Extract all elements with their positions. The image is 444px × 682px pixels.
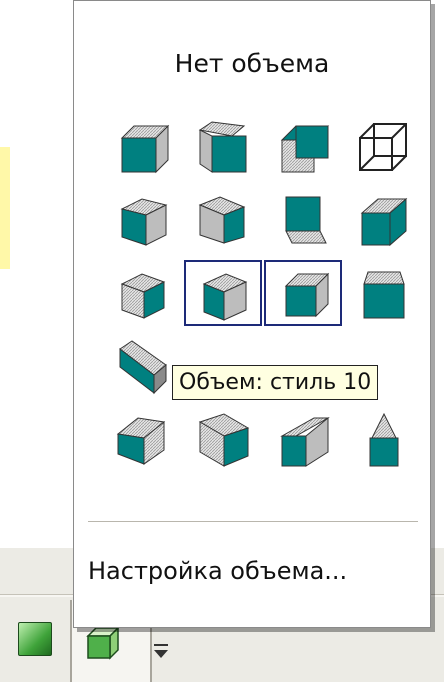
three-d-style-menu: Нет объема Настройка объема... (73, 0, 431, 628)
cube-right-perspective-icon (198, 413, 250, 467)
three-d-style-17-option[interactable] (104, 406, 182, 472)
three-d-style-2-option[interactable] (184, 114, 262, 180)
wedge-icon (280, 416, 330, 467)
3d-settings-item[interactable]: Настройка объема... (88, 557, 347, 585)
shadow-style-button[interactable] (18, 622, 52, 656)
cube-tilt-left-icon (120, 198, 168, 246)
three-d-style-8-option[interactable] (344, 187, 422, 253)
chevron-down-icon (154, 650, 168, 658)
three-d-style-4-option[interactable] (344, 114, 422, 180)
three-d-style-3-option[interactable] (264, 114, 342, 180)
three-d-style-9-option[interactable] (104, 260, 182, 326)
cube-bottom-icon (285, 196, 327, 244)
green-cube-icon (86, 626, 120, 660)
no-3d-option[interactable]: Нет объема (74, 49, 430, 78)
cube-rotated-left-icon (120, 273, 166, 319)
wireframe-cube-icon (359, 123, 407, 171)
cube-tilt-right-icon (198, 196, 246, 244)
three-d-style-12-option[interactable] (344, 260, 422, 326)
three-d-style-10-option[interactable] (184, 260, 262, 326)
cube-up-right-icon (284, 272, 330, 318)
menu-separator (88, 521, 418, 522)
more-options-dropdown[interactable] (152, 640, 172, 680)
three-d-style-5-option[interactable] (104, 187, 182, 253)
pyramid-top-icon (369, 412, 399, 467)
three-d-style-6-option[interactable] (184, 187, 262, 253)
cube-front-icon (120, 124, 170, 174)
cube-top-icon (363, 271, 405, 319)
tooltip: Объем: стиль 10 (172, 365, 379, 400)
three-d-style-1-option[interactable] (104, 114, 182, 180)
cube-rotated-right-icon (202, 273, 248, 321)
three-d-style-13-option[interactable] (104, 333, 182, 399)
three-d-style-18-option[interactable] (184, 406, 262, 472)
cube-left-perspective-icon (116, 417, 166, 465)
cube-lean-icon (360, 197, 408, 247)
three-d-style-20-option[interactable] (344, 406, 422, 472)
dropdown-line (154, 644, 168, 646)
three-d-style-19-option[interactable] (264, 406, 342, 472)
background-highlight (0, 147, 10, 269)
three-d-style-11-option[interactable] (264, 260, 342, 326)
cube-side-icon (198, 121, 247, 173)
three-d-style-7-option[interactable] (264, 187, 342, 253)
cube-down-left-icon (280, 125, 330, 173)
cube-oblique-icon (119, 340, 167, 395)
